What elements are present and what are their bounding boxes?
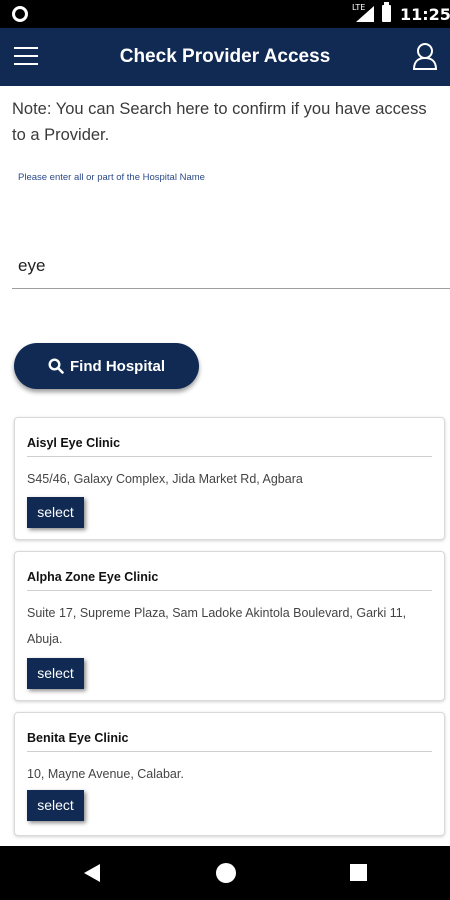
page-title: Check Provider Access: [119, 46, 331, 67]
notification-circle-icon: [12, 6, 28, 22]
hospital-name: Alpha Zone Eye Clinic: [27, 570, 159, 584]
battery-icon: [382, 2, 391, 22]
recent-apps-icon[interactable]: [350, 864, 367, 881]
app-bar: Check Provider Access: [0, 28, 450, 86]
home-icon[interactable]: [216, 863, 236, 883]
hospital-card: Benita Eye Clinic 10, Mayne Avenue, Cala…: [14, 712, 445, 836]
select-button[interactable]: select: [27, 497, 84, 528]
network-type: LTE: [352, 3, 366, 12]
hospital-name: Aisyl Eye Clinic: [27, 436, 121, 450]
find-hospital-label: Find Hospital: [70, 357, 165, 375]
card-divider: [27, 751, 432, 752]
hospital-address: 10, Mayne Avenue, Calabar.: [27, 767, 184, 781]
hospital-name: Benita Eye Clinic: [27, 731, 129, 745]
back-icon[interactable]: [84, 864, 100, 882]
search-hint: Please enter all or part of the Hospital…: [18, 172, 205, 183]
hospital-search-input[interactable]: [12, 244, 450, 289]
search-icon: [48, 358, 64, 374]
hospital-address: Suite 17, Supreme Plaza, Sam Ladoke Akin…: [27, 606, 407, 646]
status-time: 11:25: [400, 5, 450, 24]
hospital-card: Aisyl Eye Clinic S45/46, Galaxy Complex,…: [14, 417, 445, 540]
find-hospital-button[interactable]: Find Hospital: [14, 343, 199, 389]
system-nav-bar: [0, 846, 450, 900]
status-bar: LTE 11:25: [0, 0, 450, 28]
card-divider: [27, 456, 432, 457]
user-profile-icon[interactable]: [412, 42, 438, 70]
info-note: Note: You can Search here to confirm if …: [12, 100, 427, 144]
select-button[interactable]: select: [27, 658, 84, 689]
select-button[interactable]: select: [27, 790, 84, 821]
card-divider: [27, 590, 432, 591]
hospital-address: S45/46, Galaxy Complex, Jida Market Rd, …: [27, 472, 303, 486]
hospital-card: Alpha Zone Eye Clinic Suite 17, Supreme …: [14, 551, 445, 701]
